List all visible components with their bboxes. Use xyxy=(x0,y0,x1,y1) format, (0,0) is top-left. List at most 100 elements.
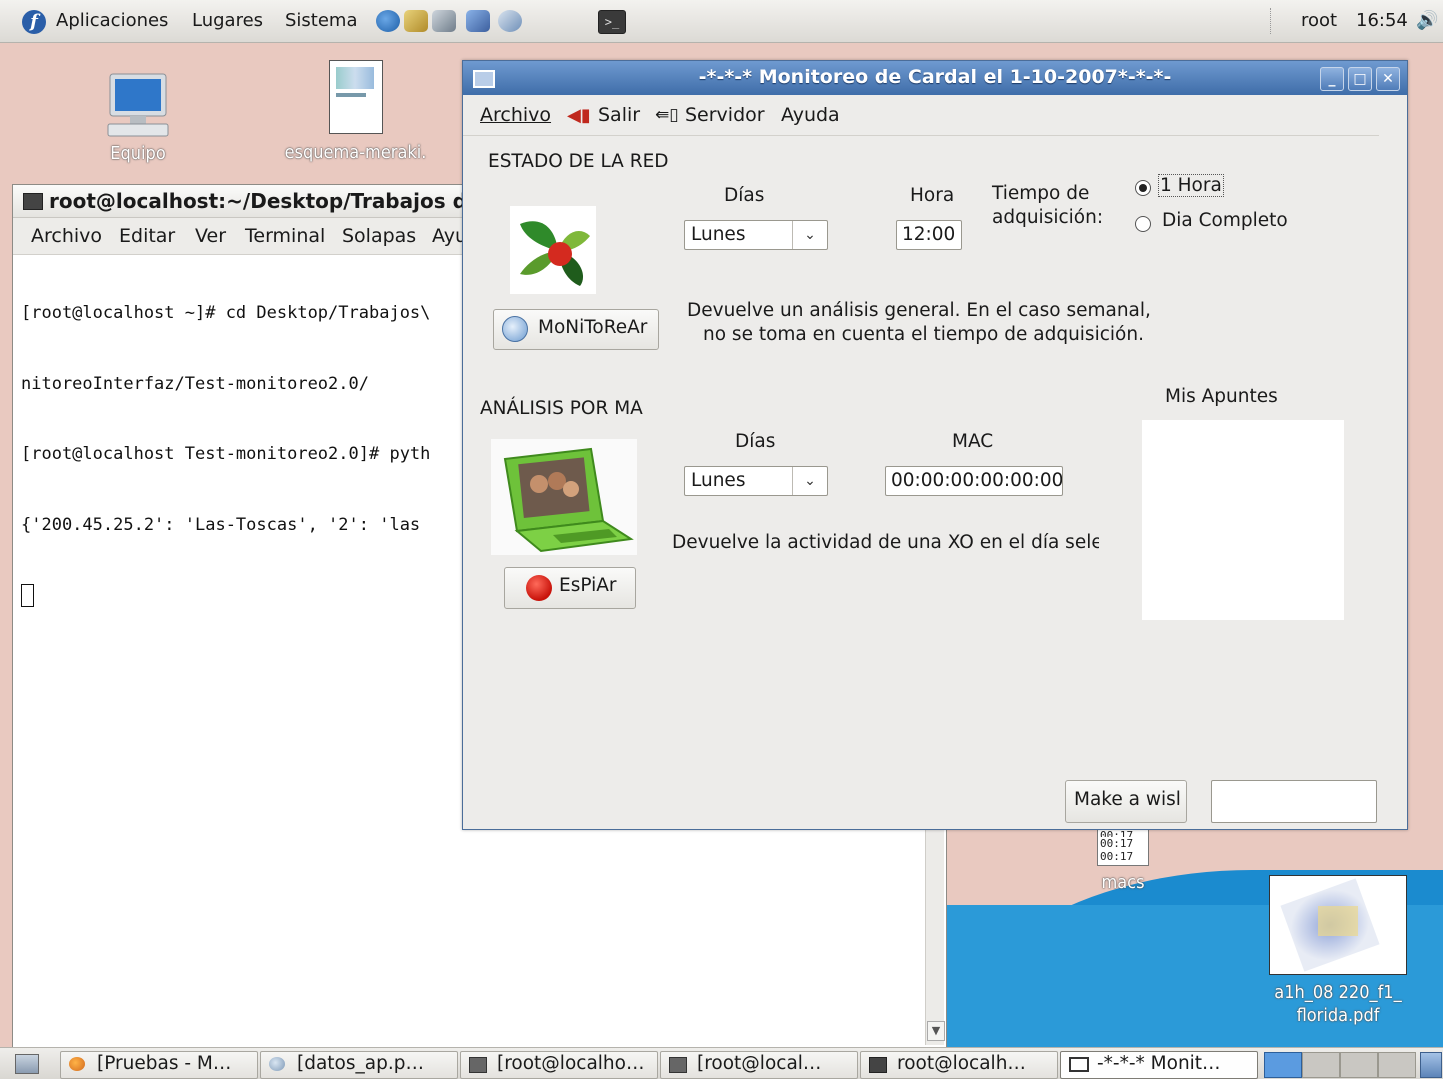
menu-aplicaciones[interactable]: Aplicaciones xyxy=(56,10,168,31)
desktop-icon-label: a1h_08 220_f1_ xyxy=(1274,982,1402,1003)
show-desktop-icon[interactable] xyxy=(15,1054,39,1074)
radio-1-hora[interactable] xyxy=(1135,180,1151,196)
task-terminal-3[interactable]: root@localh… xyxy=(860,1051,1058,1079)
terminal-menu-terminal[interactable]: Terminal xyxy=(245,225,325,247)
monitoreo-menubar: Archivo ◀▮ Salir ⇚▯ Servidor Ayuda xyxy=(463,95,1379,136)
analisis-description-clip: Devuelve la actividad de una XO en el dí… xyxy=(671,531,1099,561)
taskbar: [Pruebas - M… [datos_ap.p… [root@localho… xyxy=(0,1047,1443,1079)
task-monitoreo[interactable]: -*-*-* Monit… xyxy=(1060,1051,1258,1079)
monitorear-label: MoNiToReAr xyxy=(538,317,648,338)
task-terminal-2[interactable]: [root@local… xyxy=(660,1051,858,1079)
tiempo-label-1: Tiempo de xyxy=(992,183,1090,204)
volume-icon[interactable]: 🔊 xyxy=(1416,10,1438,31)
terminal-icon[interactable]: >_ xyxy=(598,10,626,34)
fedora-logo-icon[interactable]: f xyxy=(22,10,46,34)
task-pruebas[interactable]: [Pruebas - M… xyxy=(60,1051,258,1079)
hora-input[interactable]: 12:00 xyxy=(896,220,962,250)
task-label: [Pruebas - M… xyxy=(97,1053,232,1074)
terminal-title: root@localhost:~/Desktop/Trabajos d xyxy=(49,189,467,213)
analisis-dias-combo[interactable]: Lunes ⌄ xyxy=(684,466,828,496)
radio-1-hora-label[interactable]: 1 Hora xyxy=(1158,174,1224,197)
pdf-icon xyxy=(328,60,383,134)
desktop-icon-macs[interactable]: 00:17 00:17 00:17 macs xyxy=(1088,828,1158,893)
preview-line: 00:17 xyxy=(1100,829,1134,837)
scroll-down-arrow-icon[interactable]: ▼ xyxy=(927,1021,945,1041)
terminal-line: nitoreoInterfaz/Test-monitoreo2.0/ xyxy=(21,373,369,394)
make-a-wish-label: Make a wisl xyxy=(1074,789,1181,810)
analisis-section-title: ANÁLISIS POR MA xyxy=(480,398,643,419)
mac-value: 00:00:00:00:00:00 xyxy=(891,470,1063,491)
desktop-icon-florida[interactable]: a1h_08 220_f1_ florida.pdf xyxy=(1258,875,1418,1027)
terminal-output[interactable]: [root@localhost ~]# cd Desktop/Trabajos\… xyxy=(21,255,430,655)
window-icon xyxy=(1069,1057,1089,1072)
task-datos[interactable]: [datos_ap.p… xyxy=(260,1051,458,1079)
globe-icon[interactable] xyxy=(376,10,400,32)
terminal-line: [root@localhost Test-monitoreo2.0]# pyth xyxy=(21,444,431,464)
preview-line: 00:17 xyxy=(1100,850,1134,863)
desktop-icon-esquema[interactable]: esquema-meraki. xyxy=(268,60,443,164)
menu-archivo[interactable]: Archivo xyxy=(480,104,551,126)
estado-dias-combo[interactable]: Lunes ⌄ xyxy=(684,220,828,250)
network-icon[interactable] xyxy=(432,10,456,32)
apuntes-textarea[interactable] xyxy=(1142,420,1344,620)
estado-dias-label: Días xyxy=(724,185,765,206)
task-label: [root@local… xyxy=(697,1053,822,1074)
user-name[interactable]: root xyxy=(1301,10,1337,31)
estado-section-title: ESTADO DE LA RED xyxy=(488,151,669,172)
estado-description-1: Devuelve un análisis general. En el caso… xyxy=(687,300,1151,321)
chevron-down-icon[interactable]: ⌄ xyxy=(792,467,827,495)
espiar-button[interactable]: EsPiAr xyxy=(504,567,636,609)
monitoreo-titlebar[interactable]: -*-*-* Monitoreo de Cardal el 1-10-2007*… xyxy=(463,61,1407,95)
analisis-dias-value: Lunes xyxy=(691,470,746,491)
workspace-4[interactable] xyxy=(1378,1052,1416,1078)
terminal-cursor xyxy=(21,584,34,607)
trash-icon[interactable] xyxy=(1420,1052,1442,1078)
monitorear-button[interactable]: MoNiToReAr xyxy=(493,309,659,350)
terminal-window-icon xyxy=(23,193,43,210)
workspace-1[interactable] xyxy=(1264,1052,1302,1078)
disk-icon[interactable] xyxy=(466,10,490,32)
chevron-down-icon[interactable]: ⌄ xyxy=(792,221,827,249)
mac-input[interactable]: 00:00:00:00:00:00 xyxy=(885,466,1063,496)
image-viewer-icon xyxy=(269,1057,285,1071)
hora-value: 12:00 xyxy=(902,224,956,245)
wish-input[interactable] xyxy=(1211,780,1377,823)
analisis-dias-label: Días xyxy=(735,431,776,452)
estado-logo-icon xyxy=(510,206,596,294)
desktop-icon-equipo[interactable]: Equipo xyxy=(96,72,180,164)
minimize-button[interactable]: _ xyxy=(1320,67,1344,91)
radio-dia-completo-label[interactable]: Dia Completo xyxy=(1162,210,1288,231)
analisis-description: Devuelve la actividad de una XO en el dí… xyxy=(672,532,1099,553)
terminal-menu-archivo[interactable]: Archivo xyxy=(31,225,102,247)
desktop-icon-label: Equipo xyxy=(110,143,166,164)
terminal-menu-solapas[interactable]: Solapas xyxy=(342,225,416,247)
menu-sistema[interactable]: Sistema xyxy=(285,10,358,31)
terminal-menu-ver[interactable]: Ver xyxy=(195,225,226,247)
monitoreo-title: -*-*-* Monitoreo de Cardal el 1-10-2007*… xyxy=(698,66,1172,88)
task-label: [datos_ap.p… xyxy=(297,1053,424,1074)
terminal-line: {'200.45.25.2': 'Las-Toscas', '2': 'las xyxy=(21,514,421,535)
close-button[interactable]: ✕ xyxy=(1376,67,1400,91)
clock[interactable]: 16:54 xyxy=(1356,10,1408,31)
server-icon: ⇚▯ xyxy=(655,105,679,125)
text-file-icon: 00:17 00:17 00:17 xyxy=(1097,828,1149,866)
menu-lugares[interactable]: Lugares xyxy=(192,10,263,31)
monitoreo-window[interactable]: -*-*-* Monitoreo de Cardal el 1-10-2007*… xyxy=(462,60,1408,830)
hat-icon[interactable] xyxy=(498,10,522,32)
task-terminal-1[interactable]: [root@localho… xyxy=(460,1051,658,1079)
apuntes-label: Mis Apuntes xyxy=(1165,386,1278,407)
terminal-menu-editar[interactable]: Editar xyxy=(119,225,175,247)
make-a-wish-button[interactable]: Make a wisl xyxy=(1065,780,1187,823)
mac-label: MAC xyxy=(952,431,994,452)
maximize-button[interactable]: □ xyxy=(1348,67,1372,91)
workspace-2[interactable] xyxy=(1302,1052,1340,1078)
task-label: -*-*-* Monit… xyxy=(1097,1053,1221,1074)
magnifier-icon xyxy=(502,316,528,342)
radio-dia-completo[interactable] xyxy=(1135,216,1151,232)
menu-salir[interactable]: Salir xyxy=(598,104,640,126)
preview-line: 00:17 xyxy=(1100,837,1134,850)
mail-icon[interactable] xyxy=(404,10,428,32)
menu-servidor[interactable]: Servidor xyxy=(685,104,765,126)
workspace-3[interactable] xyxy=(1340,1052,1378,1078)
menu-ayuda[interactable]: Ayuda xyxy=(781,104,840,126)
